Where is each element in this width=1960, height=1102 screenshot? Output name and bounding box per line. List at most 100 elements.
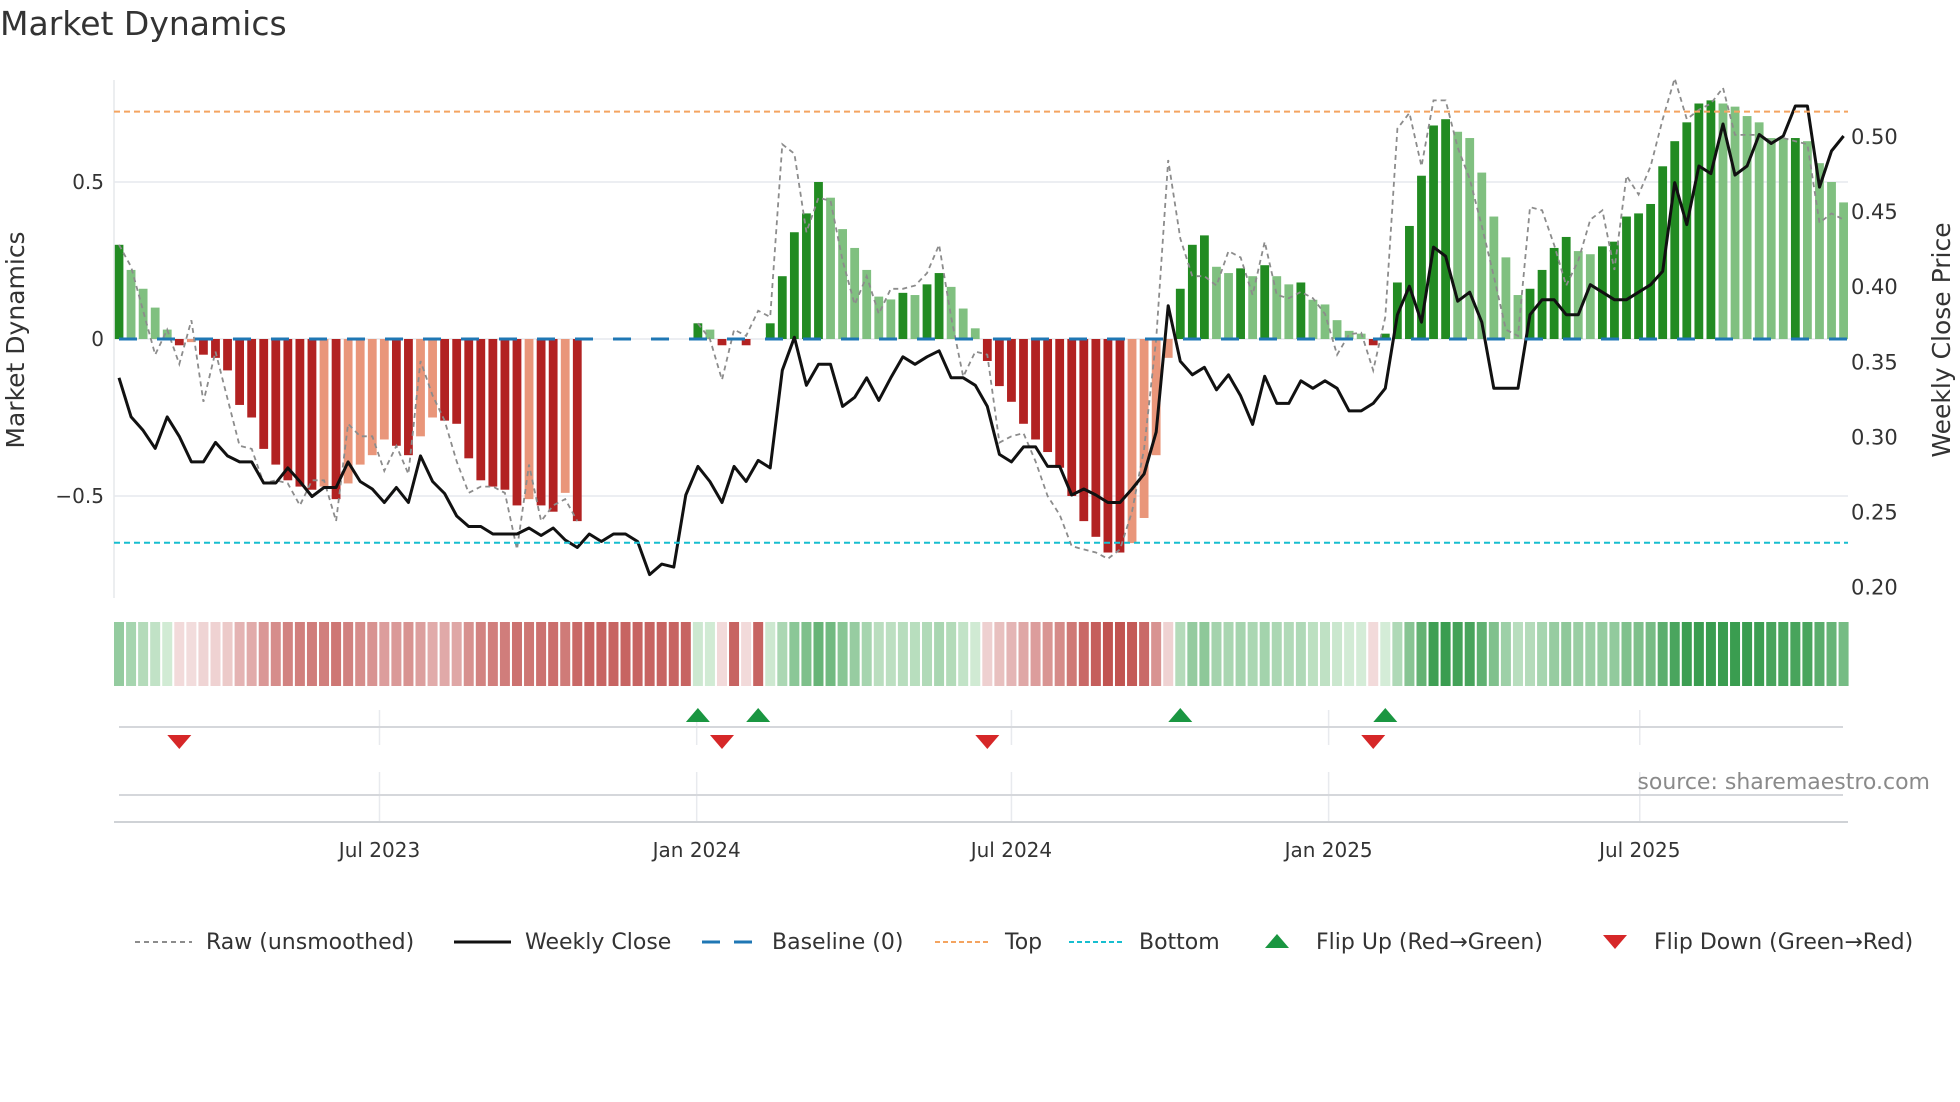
bar — [1622, 216, 1631, 339]
strip-cell — [306, 622, 317, 686]
strip-cell — [1018, 622, 1029, 686]
flip-down-marker — [1361, 735, 1386, 749]
bar — [1260, 265, 1270, 339]
strip-cell — [1512, 622, 1523, 686]
strip-cell — [1368, 622, 1379, 686]
y-tick-label: 0 — [91, 327, 104, 351]
strip-cell — [1621, 622, 1632, 686]
legend-label: Flip Down (Green→Red) — [1654, 929, 1914, 955]
bar — [765, 323, 775, 339]
bar — [536, 339, 546, 506]
strip-cell — [1344, 622, 1355, 686]
y2-tick-label: 0.35 — [1851, 350, 1898, 374]
strip-cell — [1127, 622, 1138, 686]
x-tick-label: Jan 2024 — [651, 838, 741, 862]
bar — [994, 339, 1004, 387]
strip-cell — [837, 622, 848, 686]
y2-tick-label: 0.25 — [1851, 501, 1898, 525]
strip-cell — [970, 622, 981, 686]
bar — [1670, 141, 1680, 339]
strip-cell — [1090, 622, 1101, 686]
strip-cell — [1802, 622, 1813, 686]
bar — [1429, 125, 1438, 339]
bar — [355, 339, 365, 465]
bar — [693, 323, 703, 339]
bar — [1031, 339, 1040, 440]
bar — [1610, 241, 1619, 339]
strip-cell — [415, 622, 426, 686]
y2-tick-label: 0.45 — [1851, 200, 1898, 224]
strip-cell — [1500, 622, 1511, 686]
bar — [934, 273, 944, 339]
strip-cell — [1609, 622, 1620, 686]
strip-cell — [355, 622, 366, 686]
bar — [886, 299, 896, 339]
x-tick-label: Jul 2023 — [337, 838, 420, 862]
strip-cell — [536, 622, 547, 686]
strip-cell — [1392, 622, 1403, 686]
bar — [1706, 100, 1716, 339]
legend-item-baseline: Baseline (0) — [702, 922, 903, 962]
bar — [391, 339, 401, 446]
bar — [319, 339, 329, 487]
bar — [404, 339, 413, 456]
strip-cell — [801, 622, 812, 686]
bar — [1827, 182, 1836, 339]
strip-cell — [391, 622, 402, 686]
strip-cell — [511, 622, 522, 686]
dashed-line-icon — [1069, 941, 1125, 943]
strip-cell — [1669, 622, 1680, 686]
bar — [1441, 119, 1450, 339]
legend-item-close: Weekly Close — [454, 922, 671, 962]
strip-cell — [1657, 622, 1668, 686]
dashed-line-icon — [935, 941, 991, 943]
bar — [1091, 339, 1101, 537]
triangle-up-icon — [1265, 934, 1289, 948]
bar — [1573, 251, 1583, 339]
strip-cell — [861, 622, 872, 686]
flip-down-marker — [167, 735, 192, 749]
y2-tick-label: 0.50 — [1851, 125, 1898, 149]
strip-cell — [596, 622, 607, 686]
strip-cell — [1054, 622, 1065, 686]
strip-cell — [1633, 622, 1644, 686]
strip-cell — [934, 622, 945, 686]
strip-cell — [1332, 622, 1343, 686]
strip-cell — [270, 622, 281, 686]
strip-cell — [1452, 622, 1463, 686]
bar — [440, 339, 450, 421]
flip-up-marker — [1168, 708, 1193, 722]
strip-cell — [499, 622, 510, 686]
strip-cell — [331, 622, 342, 686]
y-tick-label: −0.5 — [55, 484, 104, 508]
strip-cell — [210, 622, 221, 686]
bar — [572, 339, 582, 522]
strip-cell — [475, 622, 486, 686]
strip-cell — [1766, 622, 1777, 686]
strip-cell — [1235, 622, 1246, 686]
bar — [862, 269, 872, 339]
bar — [235, 339, 244, 405]
series-lines — [117, 75, 1845, 577]
strip-cell — [777, 622, 788, 686]
triangle-down-icon — [1603, 935, 1627, 949]
x-tick-label: Jan 2025 — [1283, 838, 1373, 862]
bar — [1236, 268, 1245, 339]
x-tick-label: Jul 2024 — [969, 838, 1052, 862]
bar — [1766, 138, 1776, 339]
x-tick-label: Jul 2025 — [1597, 838, 1680, 862]
legend-item-raw: Raw (unsmoothed) — [135, 922, 414, 962]
legend-item-flip-up: Flip Up (Red→Green) — [1262, 922, 1543, 962]
bar — [789, 232, 799, 339]
bar — [307, 339, 317, 490]
strip-cell — [1380, 622, 1391, 686]
strip-cell — [487, 622, 498, 686]
bar — [1308, 299, 1318, 339]
bar — [1549, 247, 1559, 339]
bar — [150, 307, 160, 339]
y-axis-label: Market Dynamics — [1, 231, 30, 448]
legend-label: Bottom — [1139, 929, 1220, 955]
strip-cell — [1199, 622, 1210, 686]
bar — [1465, 138, 1475, 339]
bar — [271, 339, 281, 465]
